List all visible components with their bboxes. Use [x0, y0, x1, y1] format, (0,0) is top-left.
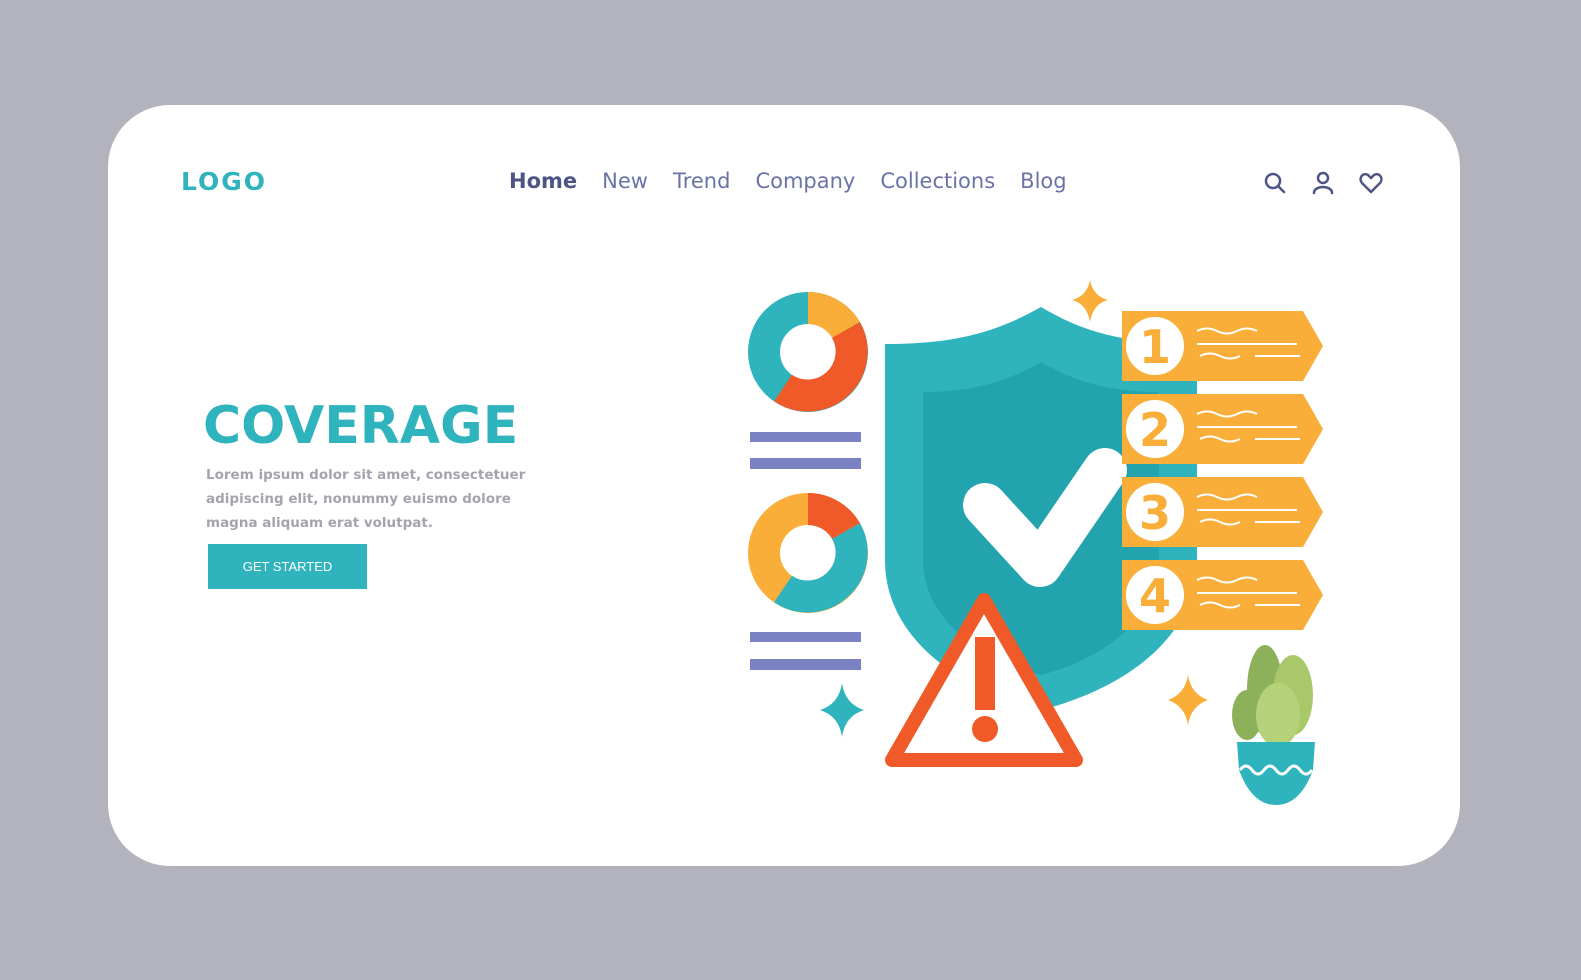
step-4: 4	[1122, 560, 1323, 630]
step-number: 3	[1139, 486, 1171, 540]
step-3: 3	[1122, 477, 1323, 547]
coverage-illustration: 1 2 3 4	[748, 280, 1323, 805]
step-number: 2	[1139, 403, 1171, 457]
donut-chart-icon	[748, 292, 868, 412]
sparkle-icon	[1168, 675, 1208, 725]
plant-icon	[1232, 645, 1315, 805]
donut-chart-icon	[748, 493, 868, 613]
sparkle-icon	[820, 683, 864, 737]
step-1: 1	[1122, 311, 1323, 381]
step-number: 1	[1139, 320, 1171, 374]
step-number: 4	[1139, 569, 1171, 623]
sparkle-icon	[1072, 280, 1108, 322]
step-2: 2	[1122, 394, 1323, 464]
